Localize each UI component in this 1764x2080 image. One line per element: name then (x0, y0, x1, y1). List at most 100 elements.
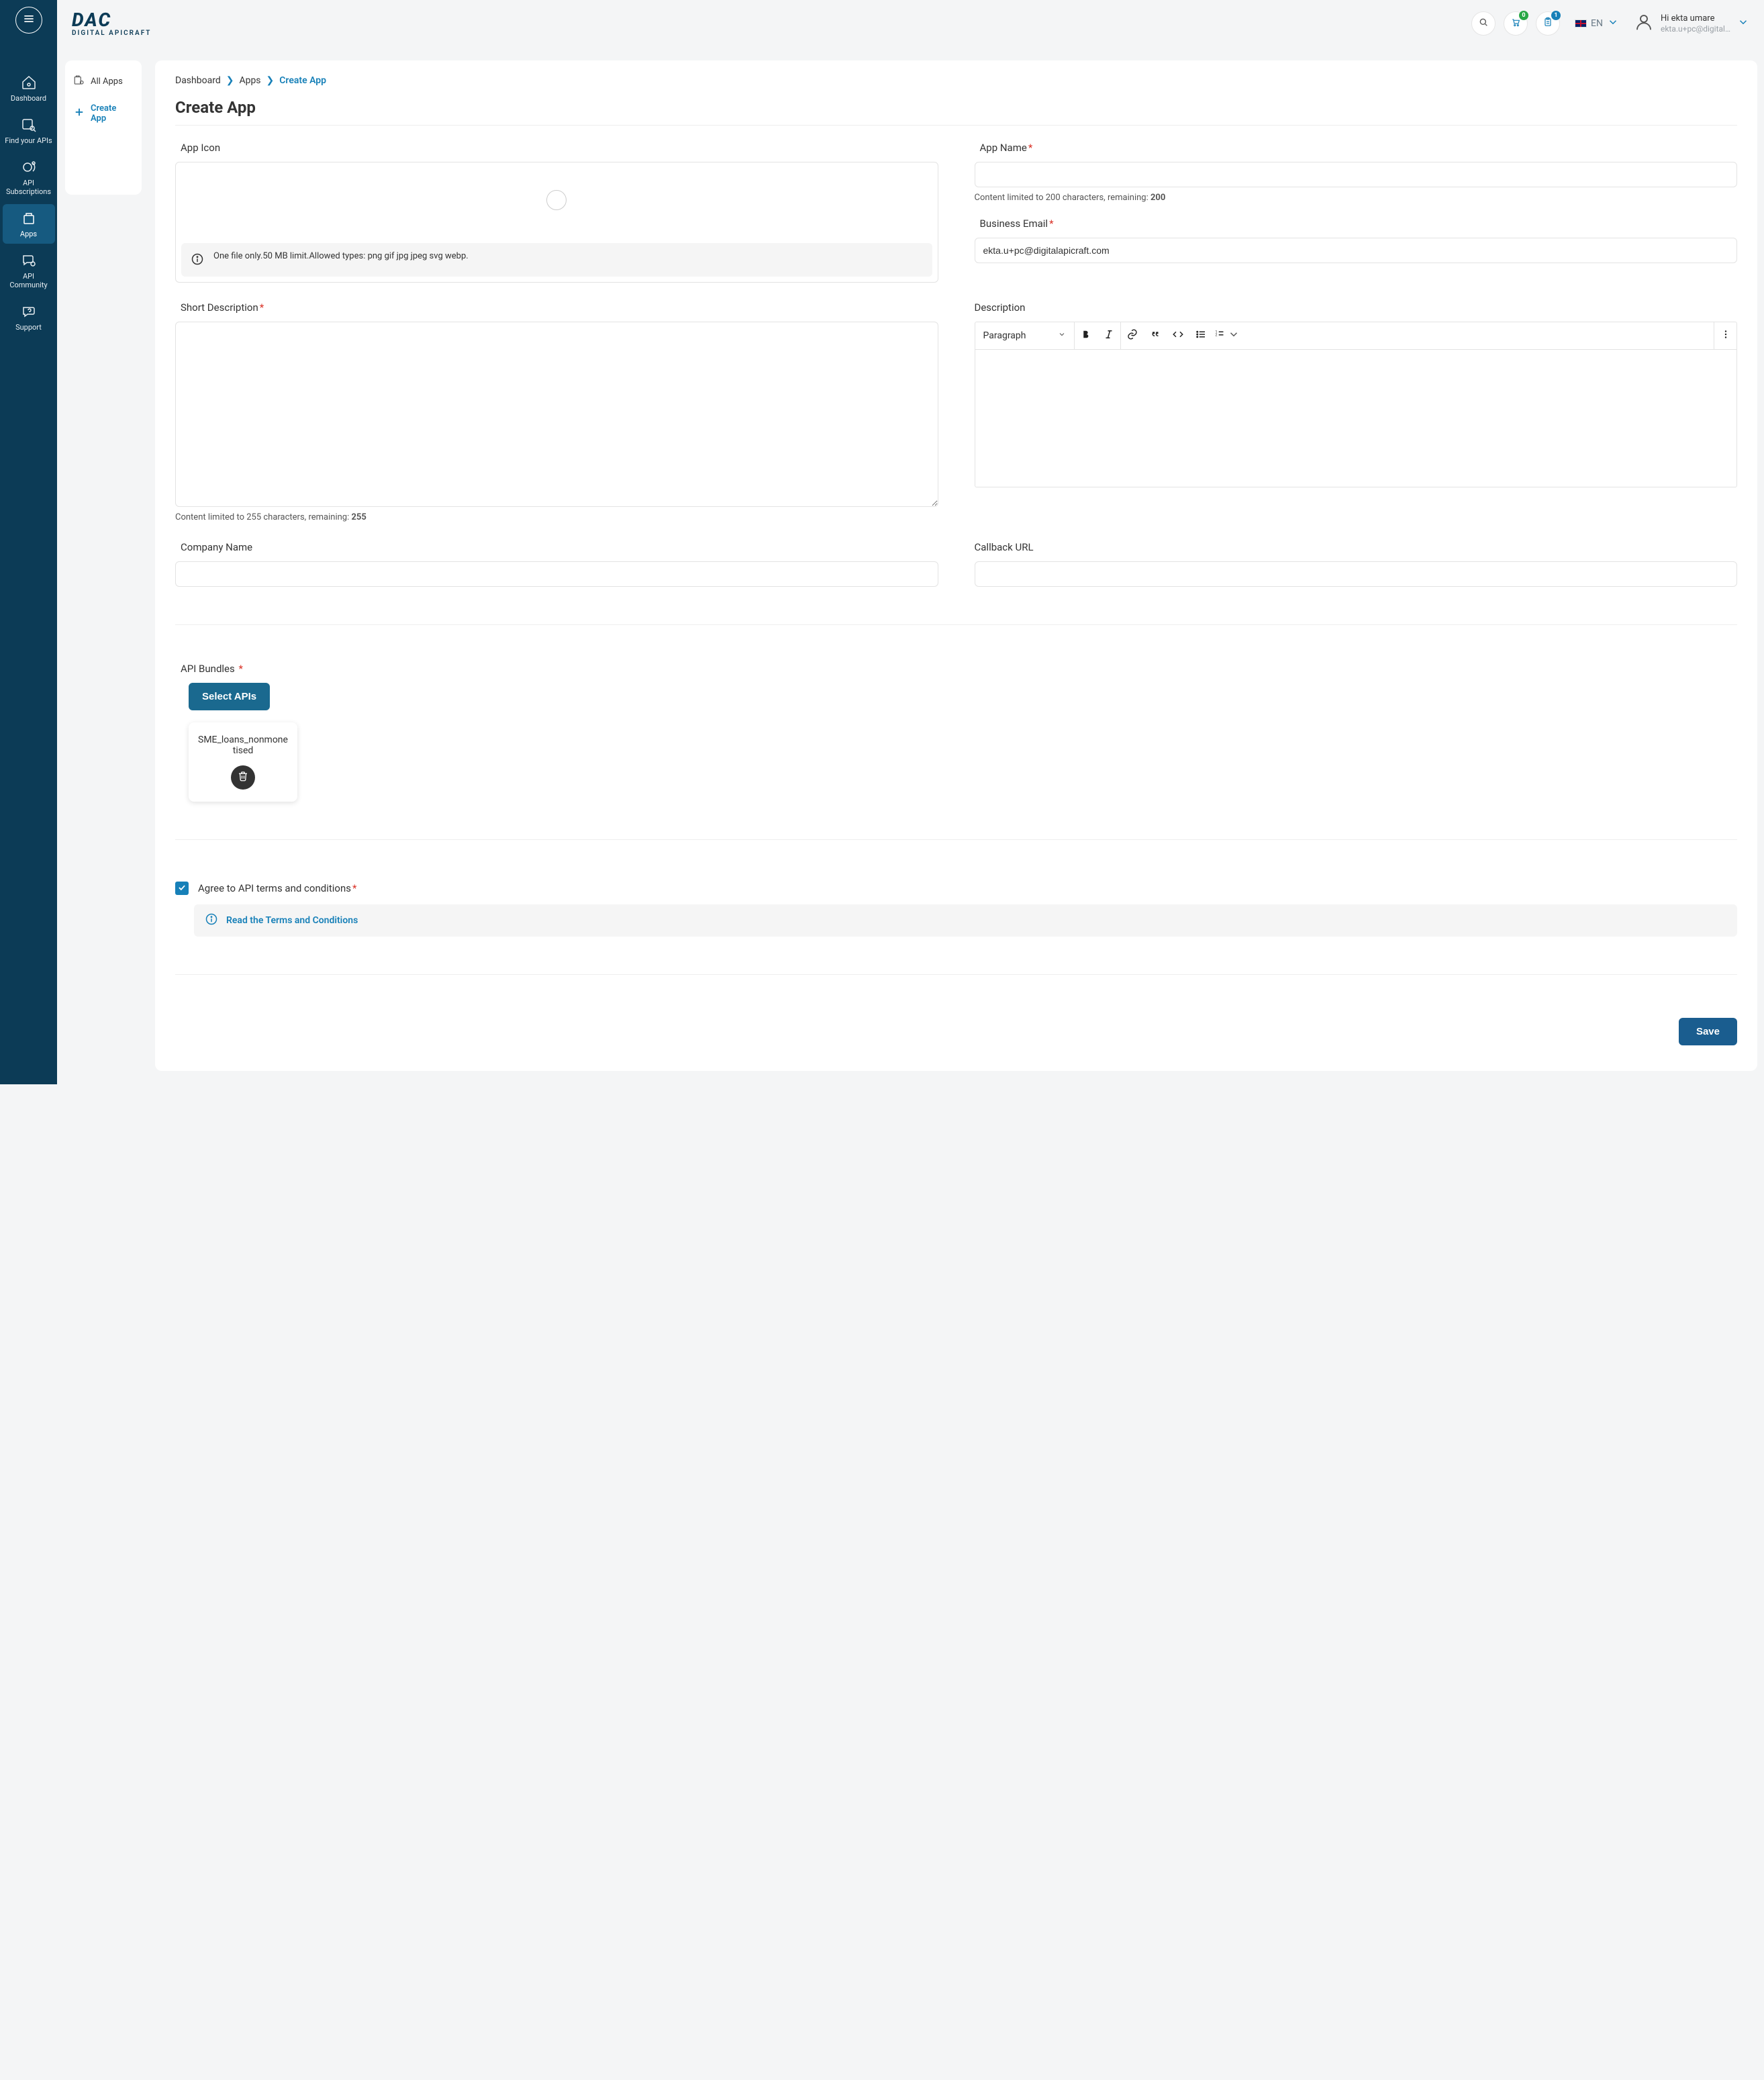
rte-style-label: Paragraph (983, 330, 1026, 341)
trash-icon (237, 770, 249, 785)
search-button[interactable] (1471, 11, 1496, 36)
page-title: Create App (175, 98, 1737, 117)
search-icon (1478, 17, 1489, 30)
check-icon (177, 882, 187, 895)
rte-link-button[interactable] (1121, 322, 1144, 349)
terms-checkbox[interactable] (175, 882, 189, 895)
sidebar-item-api-community[interactable]: API Community (3, 246, 55, 295)
selected-api-title: SME_loans_nonmonetised (197, 735, 289, 756)
sidepanel-create-app[interactable]: Create App (73, 103, 134, 124)
sidebar-item-apps[interactable]: Apps (3, 204, 55, 244)
rte-italic-button[interactable] (1097, 322, 1120, 349)
chevron-down-icon (1737, 16, 1749, 31)
business-email-input[interactable] (975, 238, 1738, 263)
numbered-list-icon: 12 (1214, 328, 1226, 343)
remove-api-button[interactable] (231, 765, 255, 790)
field-api-bundles: API Bundles * Select APIs SME_loans_nonm… (175, 663, 1737, 802)
field-terms: Agree to API terms and conditions* Read … (175, 878, 1737, 937)
sidebar-item-label: Dashboard (11, 94, 46, 103)
plus-icon (73, 106, 85, 121)
rte-code-button[interactable] (1167, 322, 1189, 349)
app-icon-label: App Icon (175, 142, 938, 154)
save-button[interactable]: Save (1679, 1018, 1737, 1045)
upload-info-text: One file only.50 MB limit.Allowed types:… (213, 251, 469, 261)
bold-icon (1080, 328, 1092, 343)
select-apis-button[interactable]: Select APIs (189, 683, 270, 710)
language-selector[interactable]: EN (1568, 12, 1626, 35)
divider (175, 624, 1737, 625)
sidebar-item-support[interactable]: Support (3, 297, 55, 337)
user-greeting: Hi ekta umare (1661, 13, 1730, 24)
breadcrumb-apps[interactable]: Apps (239, 75, 260, 86)
field-company-name: Company Name (175, 541, 938, 587)
link-icon (1126, 328, 1138, 343)
brand-mark: DAC (72, 11, 151, 30)
rte-quote-button[interactable] (1144, 322, 1167, 349)
hamburger-icon (22, 12, 36, 28)
cart-button[interactable]: 0 (1504, 11, 1528, 36)
uk-flag-icon (1575, 19, 1587, 28)
chevron-down-icon (1058, 330, 1066, 341)
brand-logo[interactable]: DAC DIGITAL APICRAFT (72, 11, 151, 37)
sidepanel-all-apps[interactable]: All Apps (73, 74, 134, 89)
app-icon-upload[interactable]: One file only.50 MB limit.Allowed types:… (175, 162, 938, 283)
bullet-list-icon (1195, 328, 1207, 343)
selected-api-card: SME_loans_nonmonetised (189, 722, 297, 802)
clipboard-icon (1542, 17, 1553, 30)
cart-icon (1510, 17, 1521, 30)
breadcrumb: Dashboard ❯ Apps ❯ Create App (175, 75, 1737, 86)
tasks-button[interactable]: 1 (1536, 11, 1560, 36)
rte-more-button[interactable] (1714, 322, 1736, 349)
terms-link[interactable]: Read the Terms and Conditions (226, 915, 358, 926)
more-vertical-icon (1720, 328, 1732, 343)
rte-ul-button[interactable] (1189, 322, 1212, 349)
info-icon (191, 251, 204, 269)
upload-info-strip: One file only.50 MB limit.Allowed types:… (181, 243, 932, 277)
chevron-right-icon: ❯ (266, 75, 275, 86)
field-business-email: Business Email* (975, 218, 1738, 263)
field-app-name: App Name* Content limited to 200 charact… (975, 142, 1738, 203)
callback-url-label: Callback URL (975, 541, 1738, 553)
sidebar-item-dashboard[interactable]: Dashboard (3, 68, 55, 108)
rte-bold-button[interactable] (1075, 322, 1097, 349)
field-description: Description Paragraph (975, 301, 1738, 522)
company-name-label: Company Name (175, 541, 938, 553)
sidebar-item-label: Apps (20, 230, 37, 238)
short-description-hint: Content limited to 255 characters, remai… (175, 512, 938, 522)
info-icon (205, 912, 218, 929)
user-menu[interactable]: Hi ekta umare ekta.u+pc@digital… (1634, 12, 1749, 35)
brand-tagline: DIGITAL APICRAFT (72, 30, 151, 37)
divider (175, 974, 1737, 975)
sidebar-item-find-apis[interactable]: Find your APIs (3, 111, 55, 150)
description-label: Description (975, 301, 1738, 314)
support-icon (20, 303, 38, 320)
rte-style-dropdown[interactable]: Paragraph (975, 325, 1075, 346)
chevron-right-icon: ❯ (226, 75, 234, 86)
short-description-input[interactable] (175, 322, 938, 507)
rich-text-editor: Paragraph 12 (975, 322, 1738, 487)
field-short-description: Short Description* Content limited to 25… (175, 301, 938, 522)
code-icon (1172, 328, 1184, 343)
quote-icon (1149, 328, 1161, 343)
breadcrumb-create-app[interactable]: Create App (279, 75, 326, 86)
app-name-input[interactable] (975, 162, 1738, 187)
rte-content-area[interactable] (975, 350, 1737, 487)
dashboard-icon (20, 74, 38, 91)
company-name-input[interactable] (175, 561, 938, 587)
hamburger-menu-button[interactable] (15, 7, 42, 34)
apps-icon (20, 209, 38, 227)
rte-ol-button[interactable]: 12 (1212, 322, 1242, 349)
apps-side-panel: All Apps Create App (65, 60, 142, 195)
avatar-icon (1634, 12, 1654, 35)
divider (175, 839, 1737, 840)
subscriptions-icon (20, 158, 38, 176)
callback-url-input[interactable] (975, 561, 1738, 587)
sidepanel-item-label: All Apps (91, 77, 123, 87)
breadcrumb-dashboard[interactable]: Dashboard (175, 75, 221, 86)
chevron-down-icon (1607, 16, 1619, 31)
app-name-hint: Content limited to 200 characters, remai… (975, 193, 1738, 203)
upload-add-button[interactable] (546, 190, 567, 210)
sidebar-item-label: Support (15, 323, 42, 332)
rte-toolbar: Paragraph 12 (975, 322, 1737, 350)
sidebar-item-api-subscriptions[interactable]: API Subscriptions (3, 153, 55, 201)
